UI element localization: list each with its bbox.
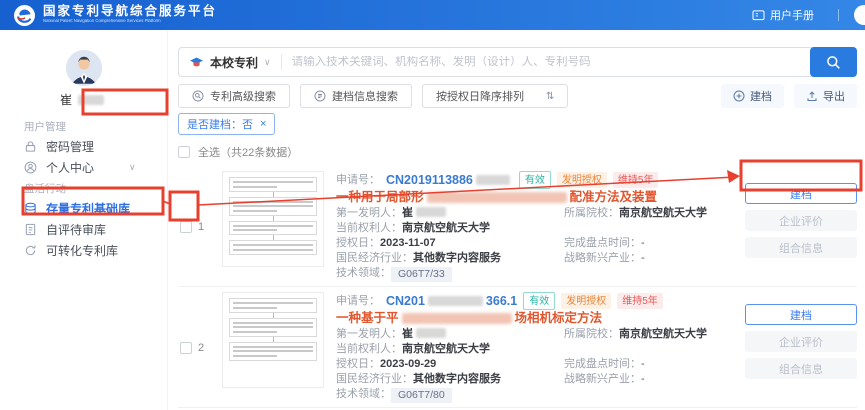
sidebar: 崔 用户管理 密码管理 个人中心 ∨ 盘活行动 存量专利基础库 bbox=[0, 30, 168, 410]
search-bar: 本校专利 ∨ bbox=[178, 47, 857, 77]
username-blur bbox=[78, 95, 104, 105]
header-divider bbox=[838, 9, 839, 21]
lock-icon bbox=[24, 140, 37, 153]
user-circle-icon bbox=[24, 161, 37, 174]
graduation-cap-icon bbox=[189, 57, 204, 68]
enterprise-eval-button: 企业评价 bbox=[745, 210, 857, 231]
patent-drawing-thumbnail bbox=[222, 292, 324, 388]
platform-logo-icon bbox=[14, 5, 35, 26]
patent-drawing-thumbnail bbox=[222, 171, 324, 267]
portfolio-info-button: 组合信息 bbox=[745, 237, 857, 258]
archive-button[interactable]: 建档 bbox=[745, 183, 857, 204]
select-all-checkbox[interactable] bbox=[178, 146, 190, 158]
sidebar-item-convertible-library[interactable]: 可转化专利库 bbox=[24, 243, 167, 257]
advanced-patent-search-button[interactable]: 专利高级搜索 bbox=[178, 84, 290, 108]
search-scope-dropdown[interactable]: 本校专利 ∨ bbox=[179, 54, 282, 70]
sidebar-item-stock-patent-library[interactable]: 存量专利基础库 bbox=[24, 201, 167, 215]
select-all-label: 全选（共22条数据） bbox=[198, 144, 298, 160]
ipc-code-tag: G06T7/33 bbox=[391, 267, 452, 283]
magnifier-icon bbox=[826, 55, 841, 70]
patent-checkbox[interactable] bbox=[180, 342, 192, 354]
patent-number: CN2019113886 bbox=[386, 173, 513, 188]
sidebar-item-password[interactable]: 密码管理 bbox=[24, 139, 167, 153]
user-avatar bbox=[66, 50, 102, 86]
chevron-down-icon: ∨ bbox=[129, 162, 136, 173]
platform-title: 国家专利导航综合服务平台 bbox=[43, 5, 217, 18]
sort-by-grant-date-button[interactable]: 按授权日降序排列 ⇅ bbox=[422, 84, 568, 108]
status-tag-valid: 有效 bbox=[523, 292, 555, 310]
patent-checkbox[interactable] bbox=[180, 221, 192, 233]
manual-book-icon bbox=[752, 10, 765, 21]
close-icon[interactable]: × bbox=[260, 119, 266, 130]
document-check-icon bbox=[24, 223, 37, 236]
circle-search-icon bbox=[192, 90, 204, 102]
patent-list-item: 1 申请号： CN2019113886 有效 发明授权 bbox=[178, 166, 857, 287]
export-up-icon bbox=[806, 90, 818, 102]
search-button[interactable] bbox=[810, 47, 857, 77]
sort-arrows-icon: ⇅ bbox=[546, 91, 554, 102]
main-content: 本校专利 ∨ 专利高级搜索 建档信息搜索 按授权日降序排列 bbox=[168, 30, 865, 410]
patent-list: 1 申请号： CN2019113886 有效 发明授权 bbox=[178, 166, 857, 410]
user-manual-link[interactable]: 用户手册 bbox=[752, 7, 814, 23]
archive-info-search-button[interactable]: 建档信息搜索 bbox=[300, 84, 412, 108]
status-tag-invention-grant: 发明授权 bbox=[557, 172, 607, 188]
create-archive-button[interactable]: 建档 bbox=[721, 84, 784, 108]
portfolio-info-button: 组合信息 bbox=[745, 358, 857, 379]
platform-title-block: 国家专利导航综合服务平台 National Patent Navigation … bbox=[43, 5, 217, 26]
enterprise-eval-button: 企业评价 bbox=[745, 331, 857, 352]
circle-plus-icon bbox=[733, 90, 745, 102]
username: 崔 bbox=[0, 93, 167, 106]
manual-label: 用户手册 bbox=[770, 7, 814, 23]
filter-tag-archived-no[interactable]: 是否建档：否 × bbox=[178, 113, 275, 135]
patent-index: 2 bbox=[198, 342, 204, 354]
patent-number: CN201366.1 bbox=[386, 294, 517, 309]
status-tag-maintained: 维持5年 bbox=[613, 172, 659, 188]
toolbar: 专利高级搜索 建档信息搜索 按授权日降序排列 ⇅ 建档 导出 bbox=[178, 84, 857, 108]
status-tag-valid: 有效 bbox=[519, 171, 551, 189]
status-tag-invention-grant: 发明授权 bbox=[561, 293, 611, 309]
circle-doc-icon bbox=[314, 90, 326, 102]
patent-platform-page: 国家专利导航综合服务平台 National Patent Navigation … bbox=[0, 0, 865, 410]
search-input[interactable] bbox=[282, 56, 856, 68]
status-tag-maintained: 维持5年 bbox=[617, 293, 663, 309]
patent-title[interactable]: 一种基于平场相机标定方法 bbox=[336, 311, 745, 326]
patent-title[interactable]: 一种用于局部形配准方法及装置 bbox=[336, 190, 745, 205]
archive-button[interactable]: 建档 bbox=[745, 304, 857, 325]
chevron-down-icon: ∨ bbox=[264, 57, 271, 68]
sidebar-section-user-mgmt: 用户管理 bbox=[24, 119, 167, 130]
app-header: 国家专利导航综合服务平台 National Patent Navigation … bbox=[0, 0, 865, 30]
refresh-icon bbox=[24, 244, 37, 257]
database-icon bbox=[24, 202, 37, 215]
ipc-code-tag: G06T7/80 bbox=[391, 388, 452, 404]
export-button[interactable]: 导出 bbox=[794, 84, 857, 108]
sidebar-item-profile[interactable]: 个人中心 ∨ bbox=[24, 160, 167, 174]
sidebar-item-self-review-library[interactable]: 自评待审库 bbox=[24, 222, 167, 236]
header-avatar[interactable] bbox=[854, 5, 865, 25]
sidebar-section-revitalize: 盘活行动 bbox=[24, 181, 167, 192]
platform-subtitle: National Patent Navigation Comprehensive… bbox=[43, 19, 168, 23]
patent-index: 1 bbox=[198, 221, 204, 233]
patent-list-item: 2 申请号： CN201366.1 有效 发明授权 维持5年 bbox=[178, 287, 857, 408]
